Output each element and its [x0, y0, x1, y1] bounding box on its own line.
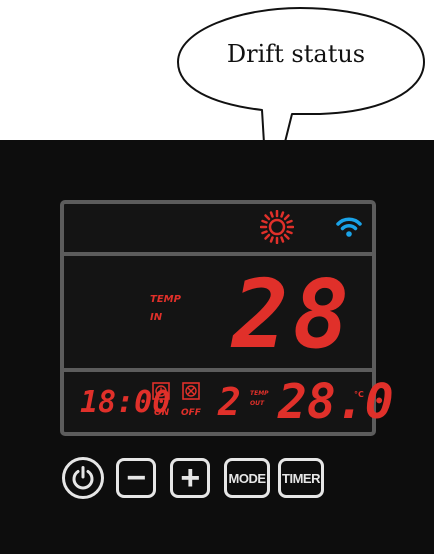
- decrease-button[interactable]: −: [116, 458, 156, 498]
- power-icon: [72, 466, 94, 490]
- timer-on-label: ON: [154, 408, 170, 418]
- outdoor-unit: °C: [354, 390, 364, 399]
- indoor-unit: °C: [322, 278, 336, 291]
- wifi-icon: [336, 217, 362, 237]
- mode-number: 2: [218, 380, 241, 424]
- increase-button[interactable]: +: [170, 458, 210, 498]
- outdoor-label-line2: OUT: [250, 400, 265, 407]
- timer-off-icon: [182, 382, 200, 400]
- mode-button[interactable]: MODE: [224, 458, 270, 498]
- timer-on-icon: [152, 382, 170, 400]
- indoor-label-line1: TEMP: [150, 294, 181, 305]
- control-panel: TEMP IN 28 °C 18:00 ON OFF 2 TEMP OUT 28…: [0, 140, 434, 554]
- screen: Drift status TEMP IN 28 °C 18:00 ON OFF …: [0, 0, 434, 554]
- outdoor-label-line1: TEMP: [250, 390, 269, 397]
- indoor-temp-row: TEMP IN 28 °C: [64, 260, 372, 372]
- timer-button[interactable]: TIMER: [278, 458, 324, 498]
- minus-label: −: [126, 459, 146, 497]
- schedule-row: 18:00 ON OFF 2 TEMP OUT 28.0 °C: [64, 376, 394, 432]
- status-row: [64, 204, 372, 256]
- indoor-label-line2: IN: [150, 312, 163, 323]
- power-button[interactable]: [62, 457, 104, 499]
- timer-label: TIMER: [282, 470, 320, 486]
- outdoor-temperature: 28.0: [278, 374, 394, 430]
- mode-label: MODE: [228, 470, 267, 486]
- timer-off-label: OFF: [181, 408, 201, 418]
- sun-icon: [260, 210, 294, 244]
- plus-label: +: [180, 459, 200, 497]
- callout-label: Drift status: [226, 40, 366, 68]
- lcd-display: TEMP IN 28 °C 18:00 ON OFF 2 TEMP OUT 28…: [60, 200, 394, 436]
